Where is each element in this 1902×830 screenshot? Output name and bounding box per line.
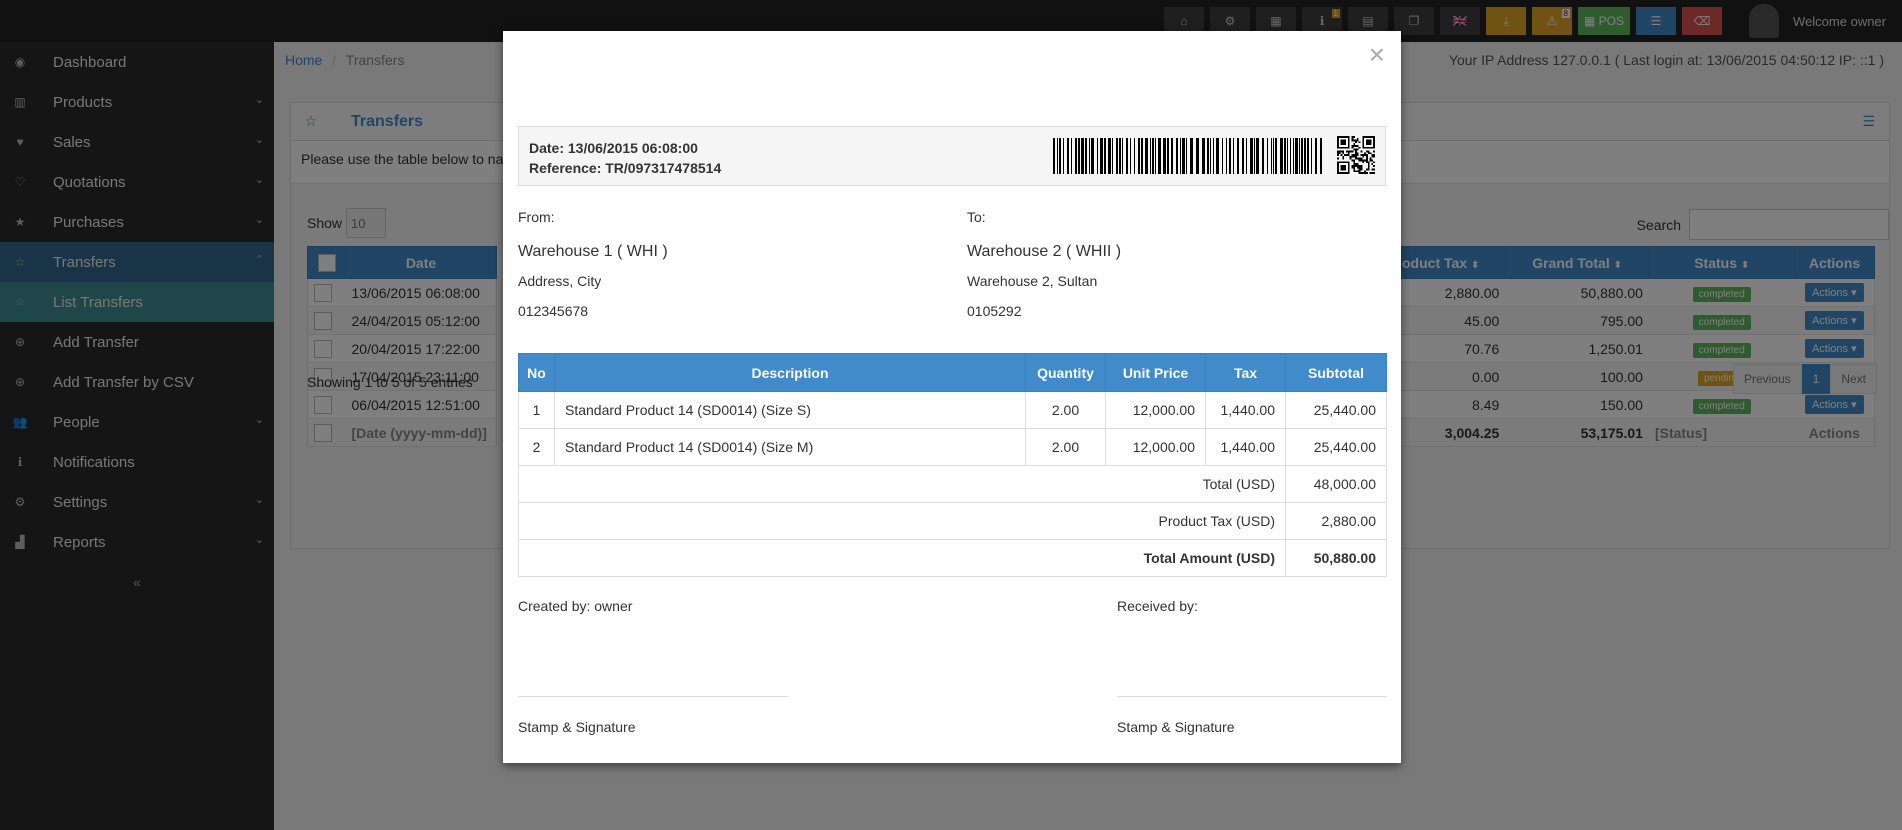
close-icon[interactable]: ×: [1369, 39, 1385, 71]
totals-row: Total (USD) 48,000.00: [518, 465, 1387, 503]
created-by: Created by: owner: [518, 598, 633, 614]
transfer-header-box: Date: 13/06/2015 06:08:00 Reference: TR/…: [518, 126, 1386, 186]
totals-value: 50,880.00: [1285, 539, 1387, 577]
to-phone: 0105292: [967, 303, 1022, 319]
items-header-description: Description: [554, 353, 1026, 392]
items-header-tax: Tax: [1205, 353, 1286, 392]
to-address-line: Warehouse 2, Sultan: [967, 273, 1098, 289]
item-unit-price: 12,000.00: [1105, 391, 1206, 429]
item-subtotal: 25,440.00: [1285, 428, 1387, 466]
item-description: Standard Product 14 (SD0014) (Size M): [554, 428, 1026, 466]
item-subtotal: 25,440.00: [1285, 391, 1387, 429]
qr-code-image: [1337, 136, 1375, 174]
items-header-quantity: Quantity: [1025, 353, 1106, 392]
from-address: From: Warehouse 1 ( WHI ) Address, City …: [518, 209, 938, 325]
signature-line-left: [518, 696, 788, 697]
signature-line-right: [1117, 696, 1387, 697]
item-row: 1 Standard Product 14 (SD0014) (Size S) 2.…: [518, 391, 1387, 429]
items-header-unit-price: Unit Price: [1105, 353, 1206, 392]
transfer-date: Date: 13/06/2015 06:08:00: [529, 140, 698, 156]
from-label: From:: [518, 209, 555, 225]
from-address-line: Address, City: [518, 273, 602, 289]
totals-label: Total (USD): [518, 465, 1286, 503]
totals-label: Total Amount (USD): [518, 539, 1286, 577]
to-address: To: Warehouse 2 ( WHII ) Warehouse 2, Su…: [967, 209, 1387, 325]
item-tax: 1,440.00: [1205, 391, 1286, 429]
transfer-items-table: No Description Quantity Unit Price Tax S…: [518, 353, 1387, 577]
item-tax: 1,440.00: [1205, 428, 1286, 466]
item-description: Standard Product 14 (SD0014) (Size S): [554, 391, 1026, 429]
to-label: To:: [967, 209, 986, 225]
received-by: Received by:: [1117, 598, 1198, 614]
item-no: 1: [518, 391, 555, 429]
transfer-details-modal: × Date: 13/06/2015 06:08:00 Reference: T…: [503, 31, 1401, 763]
totals-value: 2,880.00: [1285, 502, 1387, 540]
totals-label: Product Tax (USD): [518, 502, 1286, 540]
items-header-no: No: [518, 353, 555, 392]
totals-value: 48,000.00: [1285, 465, 1387, 503]
from-warehouse-name: Warehouse 1 ( WHI ): [518, 243, 668, 260]
transfer-reference: Reference: TR/097317478514: [529, 160, 722, 176]
stamp-signature-left: Stamp & Signature: [518, 719, 636, 735]
stamp-signature-right: Stamp & Signature: [1117, 719, 1235, 735]
totals-row: Total Amount (USD) 50,880.00: [518, 539, 1387, 577]
totals-row: Product Tax (USD) 2,880.00: [518, 502, 1387, 540]
from-phone: 012345678: [518, 303, 589, 319]
item-no: 2: [518, 428, 555, 466]
item-unit-price: 12,000.00: [1105, 428, 1206, 466]
item-row: 2 Standard Product 14 (SD0014) (Size M) 2.…: [518, 428, 1387, 466]
items-header-subtotal: Subtotal: [1285, 353, 1387, 392]
barcode-image: [1053, 138, 1322, 174]
item-quantity: 2.00: [1025, 428, 1106, 466]
item-quantity: 2.00: [1025, 391, 1106, 429]
to-warehouse-name: Warehouse 2 ( WHII ): [967, 243, 1122, 260]
